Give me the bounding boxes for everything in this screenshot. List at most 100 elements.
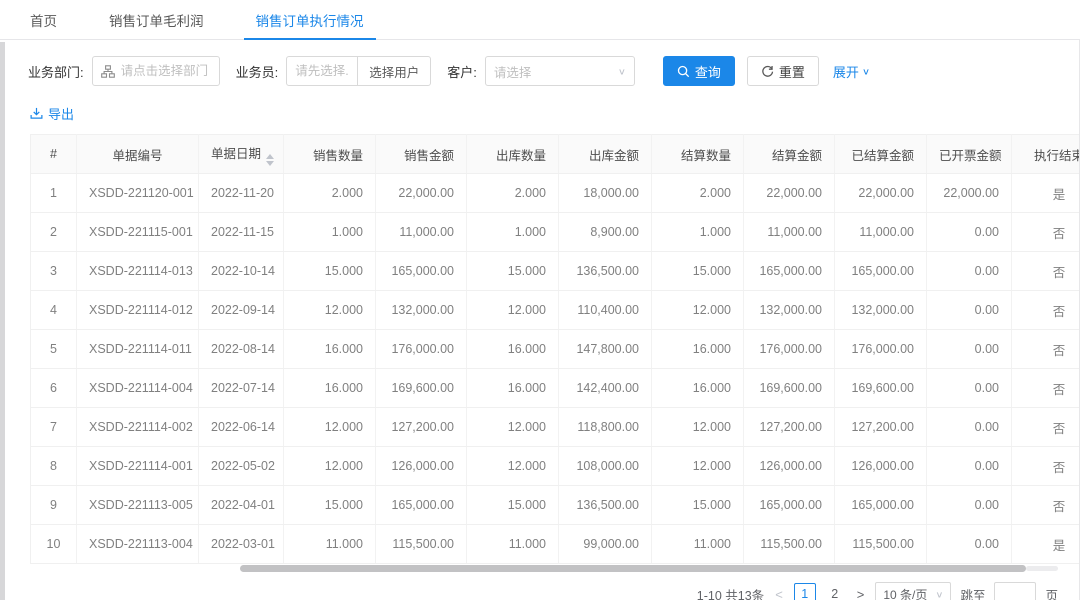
cell-outbound-qty: 15.000 [467, 252, 559, 291]
org-chart-icon [101, 65, 115, 78]
cell-outbound-qty: 2.000 [467, 174, 559, 213]
cell-execution-finished: 是 [1012, 174, 1080, 213]
table-row: 7XSDD-221114-0022022-06-1412.000127,200.… [31, 408, 1080, 447]
col-header-settle-amount: 结算金额 [744, 135, 835, 174]
cell-outbound-qty: 12.000 [467, 447, 559, 486]
chevron-down-icon: ∨ [862, 66, 870, 76]
expand-toggle[interactable]: 展开 ∨ [833, 62, 870, 81]
customer-select-value: 请选择 [494, 62, 532, 81]
sort-desc-icon[interactable] [266, 161, 274, 166]
department-picker[interactable] [92, 56, 220, 86]
col-header-label: 单据编号 [112, 149, 162, 163]
sort-asc-icon[interactable] [266, 154, 274, 159]
cell-index: 5 [31, 330, 77, 369]
cell-sales-amount: 126,000.00 [376, 447, 467, 486]
expand-label: 展开 [833, 62, 859, 81]
department-input[interactable] [121, 64, 211, 78]
cell-execution-finished: 是 [1012, 525, 1080, 564]
cell-settle-amount: 126,000.00 [744, 447, 835, 486]
tab-sales-order-execution[interactable]: 销售订单执行情况 [256, 0, 364, 39]
cell-settled-amount: 115,500.00 [835, 525, 927, 564]
export-label: 导出 [48, 104, 74, 123]
cell-settle-amount: 165,000.00 [744, 486, 835, 525]
cell-sales-qty: 15.000 [284, 252, 376, 291]
cell-doc-no: XSDD-221120-001 [77, 174, 199, 213]
jump-page-input[interactable] [994, 582, 1036, 600]
cell-doc-date: 2022-06-14 [199, 408, 284, 447]
cell-settled-amount: 11,000.00 [835, 213, 927, 252]
cell-settle-qty: 16.000 [652, 330, 744, 369]
cell-settle-amount: 176,000.00 [744, 330, 835, 369]
salesman-input[interactable] [295, 64, 349, 78]
reset-button[interactable]: 重置 [747, 56, 819, 86]
col-header-label: 结算数量 [681, 149, 731, 163]
tab-home[interactable]: 首页 [30, 0, 57, 39]
cell-invoiced-amount: 0.00 [927, 447, 1012, 486]
left-edge-strip [0, 42, 5, 600]
col-header-outbound-amount: 出库金额 [559, 135, 652, 174]
customer-select[interactable]: 请选择 ∨ [485, 56, 635, 86]
search-button[interactable]: 查询 [663, 56, 735, 86]
cell-doc-date: 2022-07-14 [199, 369, 284, 408]
cell-doc-no: XSDD-221113-005 [77, 486, 199, 525]
cell-settled-amount: 22,000.00 [835, 174, 927, 213]
export-button[interactable]: 导出 [30, 104, 74, 123]
cell-settle-qty: 15.000 [652, 252, 744, 291]
chevron-down-icon: ∨ [618, 66, 626, 76]
cell-doc-no: XSDD-221114-002 [77, 408, 199, 447]
sort-control[interactable] [266, 154, 274, 166]
filter-bar: 业务部门: 业务员: 选择用户 客户: 请选择 ∨ 查询 [28, 55, 1080, 87]
cell-index: 10 [31, 525, 77, 564]
cell-settle-amount: 169,600.00 [744, 369, 835, 408]
next-page-button[interactable]: > [855, 587, 867, 600]
search-icon [677, 65, 690, 78]
table-row: 5XSDD-221114-0112022-08-1416.000176,000.… [31, 330, 1080, 369]
cell-settle-amount: 115,500.00 [744, 525, 835, 564]
scrollbar-thumb[interactable] [240, 565, 1026, 572]
cell-settled-amount: 127,200.00 [835, 408, 927, 447]
cell-outbound-qty: 16.000 [467, 330, 559, 369]
cell-outbound-amount: 99,000.00 [559, 525, 652, 564]
cell-outbound-qty: 12.000 [467, 408, 559, 447]
cell-outbound-amount: 108,000.00 [559, 447, 652, 486]
refresh-icon [761, 65, 774, 78]
cell-sales-qty: 12.000 [284, 447, 376, 486]
col-header-invoiced-amount: 已开票金额 [927, 135, 1012, 174]
prev-page-button[interactable]: < [773, 587, 785, 600]
page-size-select[interactable]: 10 条/页 ∨ [875, 582, 951, 600]
cell-doc-no: XSDD-221114-012 [77, 291, 199, 330]
table-row: 8XSDD-221114-0012022-05-0212.000126,000.… [31, 447, 1080, 486]
cell-sales-amount: 165,000.00 [376, 486, 467, 525]
cell-doc-no: XSDD-221114-013 [77, 252, 199, 291]
cell-index: 8 [31, 447, 77, 486]
salesman-label: 业务员: [236, 62, 279, 81]
cell-settle-amount: 127,200.00 [744, 408, 835, 447]
table-row: 4XSDD-221114-0122022-09-1412.000132,000.… [31, 291, 1080, 330]
salesman-field[interactable] [286, 56, 358, 86]
cell-outbound-qty: 11.000 [467, 525, 559, 564]
cell-doc-no: XSDD-221114-004 [77, 369, 199, 408]
col-header-label: 单据日期 [211, 147, 261, 161]
table-row: 2XSDD-221115-0012022-11-151.00011,000.00… [31, 213, 1080, 252]
cell-sales-amount: 22,000.00 [376, 174, 467, 213]
table-head-row: #单据编号单据日期销售数量销售金额出库数量出库金额结算数量结算金额已结算金额已开… [31, 135, 1080, 174]
cell-execution-finished: 否 [1012, 369, 1080, 408]
cell-execution-finished: 否 [1012, 291, 1080, 330]
cell-doc-date: 2022-03-01 [199, 525, 284, 564]
page-number-2[interactable]: 2 [824, 583, 846, 600]
col-header-doc-date[interactable]: 单据日期 [199, 135, 284, 174]
cell-doc-date: 2022-04-01 [199, 486, 284, 525]
cell-sales-amount: 127,200.00 [376, 408, 467, 447]
cell-execution-finished: 否 [1012, 252, 1080, 291]
cell-execution-finished: 否 [1012, 447, 1080, 486]
tab-sales-order-gross-profit[interactable]: 销售订单毛利润 [109, 0, 204, 39]
table-row: 1XSDD-221120-0012022-11-202.00022,000.00… [31, 174, 1080, 213]
select-user-button[interactable]: 选择用户 [357, 56, 431, 86]
cell-index: 6 [31, 369, 77, 408]
col-header-label: 已结算金额 [851, 149, 914, 163]
page-size-value: 10 条/页 [883, 586, 927, 600]
table-row: 10XSDD-221113-0042022-03-0111.000115,500… [31, 525, 1080, 564]
page-number-1[interactable]: 1 [794, 583, 816, 600]
chevron-down-icon: ∨ [935, 589, 943, 599]
download-icon [30, 107, 43, 120]
